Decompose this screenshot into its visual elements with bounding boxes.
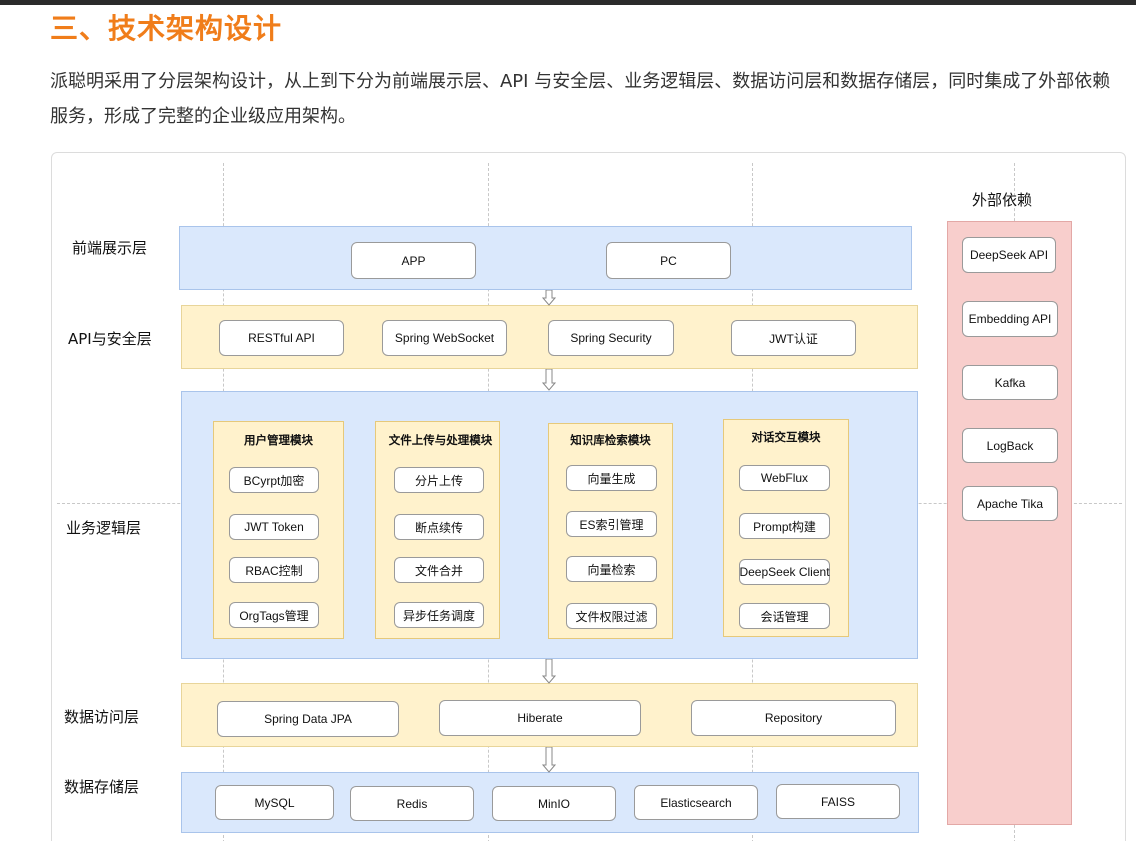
node-logback: LogBack [962,428,1058,463]
node-webflux: WebFlux [739,465,830,491]
node-file-merge: 文件合并 [394,557,484,583]
intro-paragraph: 派聪明采用了分层架构设计，从上到下分为前端展示层、API 与安全层、业务逻辑层、… [50,71,1111,127]
frontend-layer-band [179,226,912,290]
node-orgtags: OrgTags管理 [229,602,319,628]
arrow-down-icon [542,290,556,306]
arrow-down-icon [542,369,556,391]
node-jwt-token: JWT Token [229,514,319,540]
node-vector-search: 向量检索 [566,556,657,582]
layer-label-storage: 数据存储层 [64,778,140,796]
node-embedding-api: Embedding API [962,301,1058,337]
node-spring-security: Spring Security [548,320,674,356]
node-redis: Redis [350,786,474,821]
node-es-index: ES索引管理 [566,511,657,537]
node-spring-data-jpa: Spring Data JPA [217,701,399,737]
node-prompt-build: Prompt构建 [739,513,830,539]
node-file-permission: 文件权限过滤 [566,603,657,629]
node-bcrypt: BCyrpt加密 [229,467,319,493]
arrow-down-icon [542,659,556,684]
top-bar [0,0,1136,5]
node-chunk-upload: 分片上传 [394,467,484,493]
layer-label-access: 数据访问层 [64,708,140,726]
section-heading: 三、技术架构设计 [50,12,283,45]
node-apache-tika: Apache Tika [962,486,1058,521]
module-title-dialog: 对话交互模块 [751,430,821,444]
node-hibernate: Hiberate [439,700,641,736]
node-mysql: MySQL [215,785,334,820]
module-title-file: 文件上传与处理模块 [388,433,493,447]
layer-label-api: API与安全层 [68,330,152,348]
node-vector-gen: 向量生成 [566,465,657,491]
node-pc: PC [606,242,731,279]
layer-label-frontend: 前端展示层 [72,239,148,257]
architecture-diagram: 前端展示层 API与安全层 业务逻辑层 数据访问层 数据存储层 APP PC R… [51,152,1126,841]
node-deepseek-client: DeepSeek Client [739,559,830,585]
node-spring-websocket: Spring WebSocket [382,320,507,356]
node-rbac: RBAC控制 [229,557,319,583]
node-session-management: 会话管理 [739,603,830,629]
node-jwt-auth: JWT认证 [731,320,856,356]
node-minio: MinIO [492,786,616,821]
node-kafka: Kafka [962,365,1058,400]
node-restful-api: RESTful API [219,320,344,356]
node-faiss: FAISS [776,784,900,819]
node-deepseek-api: DeepSeek API [962,237,1056,273]
node-app: APP [351,242,476,279]
node-async-scheduling: 异步任务调度 [394,602,484,628]
module-title-user: 用户管理模块 [244,433,313,447]
arrow-down-icon [542,747,556,773]
node-repository: Repository [691,700,896,736]
node-elasticsearch: Elasticsearch [634,785,758,820]
node-resume-upload: 断点续传 [394,514,484,540]
external-title: 外部依赖 [972,191,1033,209]
module-title-kb: 知识库检索模块 [570,433,651,447]
layer-label-business: 业务逻辑层 [66,519,142,537]
